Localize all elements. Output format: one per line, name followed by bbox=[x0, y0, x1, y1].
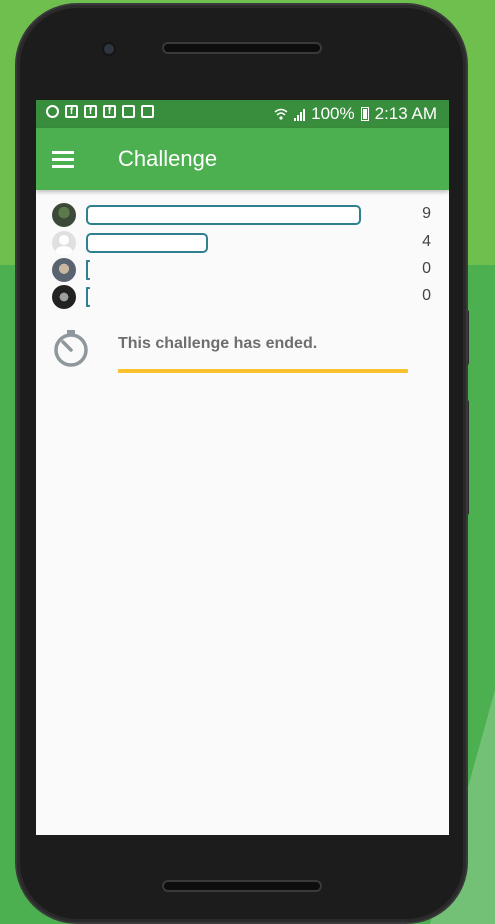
earpiece-speaker bbox=[162, 42, 322, 54]
score: 9 bbox=[422, 205, 431, 222]
app-bar: Challenge bbox=[36, 128, 449, 190]
timer-icon bbox=[54, 330, 88, 367]
avatar bbox=[52, 231, 76, 255]
page-title: Challenge bbox=[118, 146, 218, 171]
calendar-icon bbox=[122, 105, 135, 118]
bottom-speaker bbox=[162, 880, 322, 892]
exchange-icon bbox=[141, 105, 154, 118]
hamburger-menu-icon[interactable] bbox=[52, 151, 74, 168]
avatar bbox=[52, 203, 76, 227]
leaderboard-row[interactable]: 0 bbox=[36, 257, 449, 283]
leaderboard-row[interactable]: 9 bbox=[36, 202, 449, 228]
score: 0 bbox=[422, 260, 431, 277]
leaderboard-row[interactable]: 4 bbox=[36, 230, 449, 256]
wifi-icon bbox=[274, 108, 288, 120]
avatar bbox=[52, 285, 76, 309]
signal-icon bbox=[294, 107, 306, 121]
app-screen: f f f 100% 2:13 AM Challenge 9 4 0 0 Thi… bbox=[36, 100, 449, 835]
battery-percent: 100% bbox=[311, 104, 355, 123]
system-status: 100% 2:13 AM bbox=[274, 104, 437, 124]
do-not-disturb-icon bbox=[46, 105, 59, 118]
status-bar: f f f 100% 2:13 AM bbox=[36, 100, 449, 128]
progress-bar bbox=[86, 233, 208, 253]
score: 4 bbox=[422, 233, 431, 250]
accent-underline bbox=[118, 369, 408, 373]
facebook-icon: f bbox=[65, 105, 78, 118]
facebook-icon: f bbox=[103, 105, 116, 118]
clock: 2:13 AM bbox=[374, 104, 437, 123]
progress-bar bbox=[86, 287, 90, 307]
facebook-icon: f bbox=[84, 105, 97, 118]
avatar bbox=[52, 258, 76, 282]
battery-icon bbox=[360, 107, 369, 121]
progress-bar bbox=[86, 260, 90, 280]
progress-bar bbox=[86, 205, 361, 225]
challenge-status: This challenge has ended. bbox=[36, 328, 449, 378]
notification-icons: f f f bbox=[46, 105, 154, 118]
challenge-ended-message: This challenge has ended. bbox=[118, 335, 318, 352]
score: 0 bbox=[422, 287, 431, 304]
leaderboard-row[interactable]: 0 bbox=[36, 284, 449, 310]
front-camera bbox=[104, 44, 114, 54]
